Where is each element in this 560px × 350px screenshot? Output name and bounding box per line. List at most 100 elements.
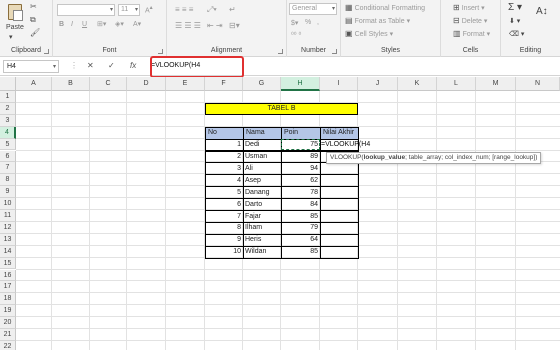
clipboard-launcher-icon[interactable]: [44, 49, 49, 54]
table-cell-poin[interactable]: 62: [281, 175, 320, 186]
table-cell-nama[interactable]: Fajar: [243, 211, 281, 222]
column-header-i[interactable]: I: [320, 77, 358, 91]
sort-filter-icon[interactable]: A↕: [536, 6, 548, 17]
table-cell-nama[interactable]: Darto: [243, 199, 281, 210]
row-header-20[interactable]: 20: [0, 317, 16, 329]
table-cell-no[interactable]: 3: [205, 163, 243, 174]
select-all-corner[interactable]: [0, 77, 16, 91]
font-name-combo[interactable]: ▾: [57, 4, 115, 16]
table-cell-poin[interactable]: 84: [281, 199, 320, 210]
enter-icon[interactable]: ✓: [108, 61, 115, 70]
borders-icon[interactable]: ⊞▾: [97, 20, 106, 28]
row-header-4[interactable]: 4: [0, 126, 16, 139]
wrap-text-icon[interactable]: ↵: [229, 5, 236, 14]
fill-color-icon[interactable]: ◈▾: [115, 20, 124, 28]
row-header-14[interactable]: 14: [0, 245, 16, 258]
indent-icon[interactable]: ⇤ ⇥: [207, 21, 223, 30]
underline-button[interactable]: U: [82, 21, 87, 28]
table-cell-poin[interactable]: 85: [281, 246, 320, 257]
font-color-icon[interactable]: A▾: [133, 20, 141, 28]
table-cell-poin[interactable]: 79: [281, 222, 320, 233]
merge-center-icon[interactable]: ⊟▾: [229, 21, 240, 30]
column-header-c[interactable]: C: [90, 77, 127, 91]
insert-button[interactable]: ⊞ Insert ▾: [453, 3, 485, 12]
table-cell-poin[interactable]: 89: [281, 151, 320, 162]
format-painter-icon[interactable]: 🖌: [30, 28, 40, 37]
column-header-k[interactable]: K: [398, 77, 437, 91]
table-cell-no[interactable]: 1: [205, 139, 243, 150]
row-header-16[interactable]: 16: [0, 269, 16, 282]
cut-icon[interactable]: ✂: [30, 2, 37, 11]
format-as-table-button[interactable]: ▤ Format as Table ▾: [345, 16, 410, 25]
table-cell-no[interactable]: 2: [205, 151, 243, 162]
alignment-launcher-icon[interactable]: [278, 49, 283, 54]
table-cell-no[interactable]: 9: [205, 234, 243, 245]
autosum-button[interactable]: Σ ▾: [508, 2, 522, 13]
table-cell-nama[interactable]: Dedi: [243, 139, 281, 150]
table-cell-no[interactable]: 10: [205, 246, 243, 257]
row-header-18[interactable]: 18: [0, 293, 16, 306]
font-size-combo[interactable]: 11 ▾: [118, 4, 140, 16]
table-cell-poin[interactable]: 94: [281, 163, 320, 174]
align-left-icon[interactable]: ☰ ☰ ☰: [175, 21, 201, 30]
align-top-icon[interactable]: ≡ ≡ ≡: [175, 5, 193, 14]
row-header-3[interactable]: 3: [0, 114, 16, 127]
table-cell-no[interactable]: 6: [205, 199, 243, 210]
paste-button[interactable]: Paste: [6, 24, 24, 31]
paste-icon[interactable]: [8, 4, 23, 21]
row-header-11[interactable]: 11: [0, 210, 16, 222]
table-cell-no[interactable]: 7: [205, 211, 243, 222]
cancel-icon[interactable]: ✕: [87, 61, 94, 70]
copy-icon[interactable]: ⧉: [30, 15, 36, 25]
row-header-13[interactable]: 13: [0, 233, 16, 246]
grow-font-icon[interactable]: A▴: [145, 5, 153, 14]
table-cell-nama[interactable]: Wildan: [243, 246, 281, 257]
tooltip-active-arg[interactable]: lookup_value: [364, 154, 406, 161]
table-cell-no[interactable]: 4: [205, 175, 243, 186]
font-launcher-icon[interactable]: [158, 49, 163, 54]
table-cell-no[interactable]: 8: [205, 222, 243, 233]
number-launcher-icon[interactable]: [332, 49, 337, 54]
more-options-icon[interactable]: ⋮: [70, 61, 78, 70]
column-header-h[interactable]: H: [281, 77, 320, 91]
conditional-formatting-button[interactable]: ▦ Conditional Formatting: [345, 3, 425, 12]
table-cell-no[interactable]: 5: [205, 187, 243, 198]
orientation-icon[interactable]: ⤢▾: [207, 5, 217, 15]
row-header-2[interactable]: 2: [0, 102, 16, 115]
table-cell-nama[interactable]: Asep: [243, 175, 281, 186]
paste-dropdown-icon[interactable]: ▾: [9, 33, 13, 41]
table-cell-nilai[interactable]: =VLOOKUP(H4: [320, 139, 370, 150]
row-header-15[interactable]: 15: [0, 257, 16, 270]
bold-button[interactable]: B: [59, 21, 64, 28]
row-header-7[interactable]: 7: [0, 162, 16, 175]
format-button[interactable]: ▥ Format ▾: [453, 29, 490, 38]
table-cell-nama[interactable]: Heris: [243, 234, 281, 245]
table-cell-poin[interactable]: 78: [281, 187, 320, 198]
number-format-combo[interactable]: General ▾: [289, 3, 337, 15]
currency-button[interactable]: $▾: [291, 19, 298, 27]
table-cell-nama[interactable]: Danang: [243, 187, 281, 198]
column-header-e[interactable]: E: [166, 77, 205, 91]
name-box[interactable]: H4 ▾: [3, 60, 59, 73]
column-header-l[interactable]: L: [437, 77, 476, 91]
column-header-d[interactable]: D: [127, 77, 166, 91]
column-header-j[interactable]: J: [358, 77, 398, 91]
table-cell-nama[interactable]: Ali: [243, 163, 281, 174]
column-header-f[interactable]: F: [205, 77, 243, 91]
row-header-9[interactable]: 9: [0, 186, 16, 199]
row-header-12[interactable]: 12: [0, 221, 16, 234]
decimal-icon[interactable]: ⁰⁰ ⁰: [291, 31, 301, 39]
column-header-a[interactable]: A: [16, 77, 52, 91]
column-header-b[interactable]: B: [52, 77, 90, 91]
delete-button[interactable]: ⊟ Delete ▾: [453, 16, 487, 25]
row-header-17[interactable]: 17: [0, 281, 16, 294]
tooltip-function[interactable]: VLOOKUP(: [330, 154, 364, 161]
row-header-10[interactable]: 10: [0, 198, 16, 210]
column-header-n[interactable]: N: [516, 77, 560, 91]
comma-button[interactable]: ,: [317, 19, 319, 26]
table-cell-poin[interactable]: 85: [281, 211, 320, 222]
table-cell-nama[interactable]: Usman: [243, 151, 281, 162]
row-header-22[interactable]: 22: [0, 340, 16, 350]
insert-function-icon[interactable]: fx: [130, 61, 136, 70]
row-header-6[interactable]: 6: [0, 150, 16, 163]
